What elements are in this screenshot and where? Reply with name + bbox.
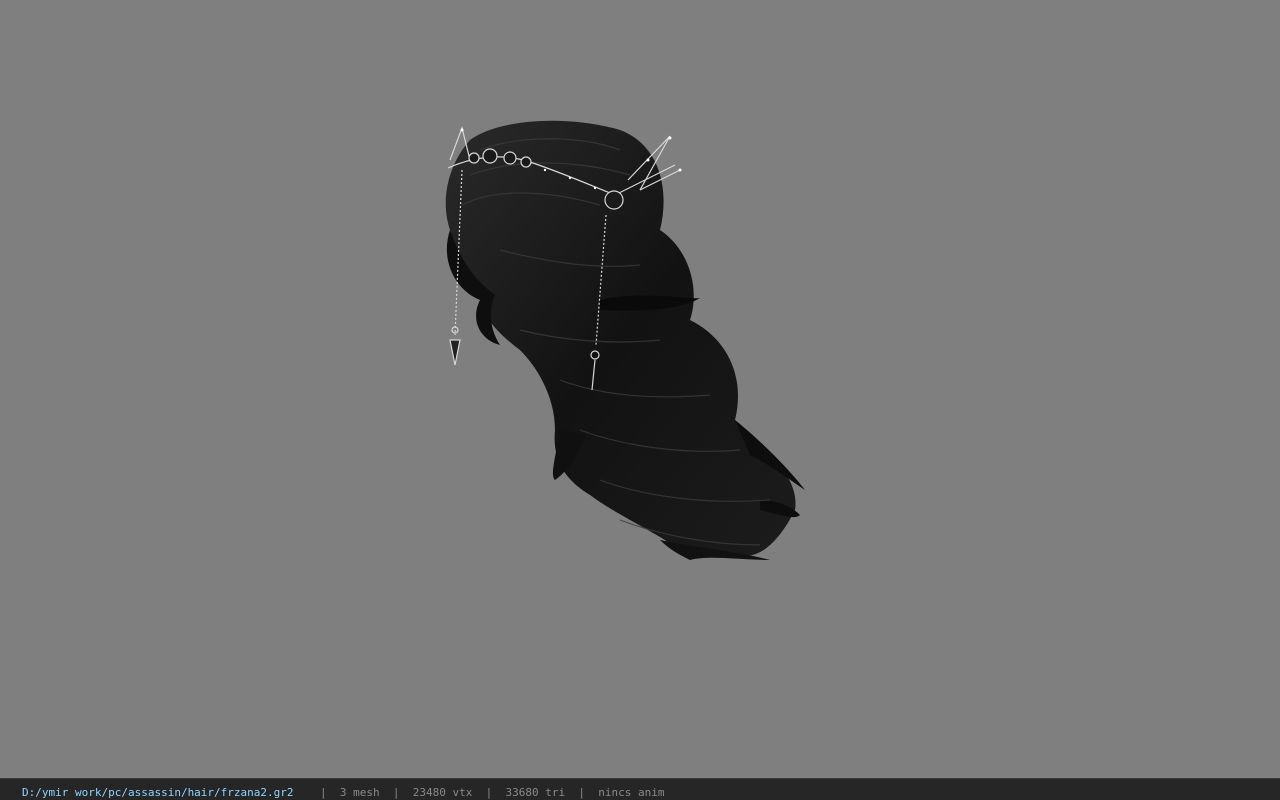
separator: | [485,786,493,799]
hair-mesh [445,120,805,560]
mesh-count: 3 mesh [339,786,380,799]
separator: | [578,786,585,799]
status-bar: D:/ymir work/pc/assassin/hair/frzana2.gr… [0,778,1280,800]
file-path: D:/ymir work/pc/assassin/hair/frzana2.gr… [22,786,294,799]
animation-status: nincs anim [598,786,665,799]
hair-model-render[interactable] [0,0,1280,778]
separator: | [392,786,400,799]
vertex-count: 23480 vtx [412,786,473,799]
triangle-count: 33680 tri [505,786,566,799]
3d-viewport[interactable] [0,0,1280,778]
separator: | [320,786,327,799]
